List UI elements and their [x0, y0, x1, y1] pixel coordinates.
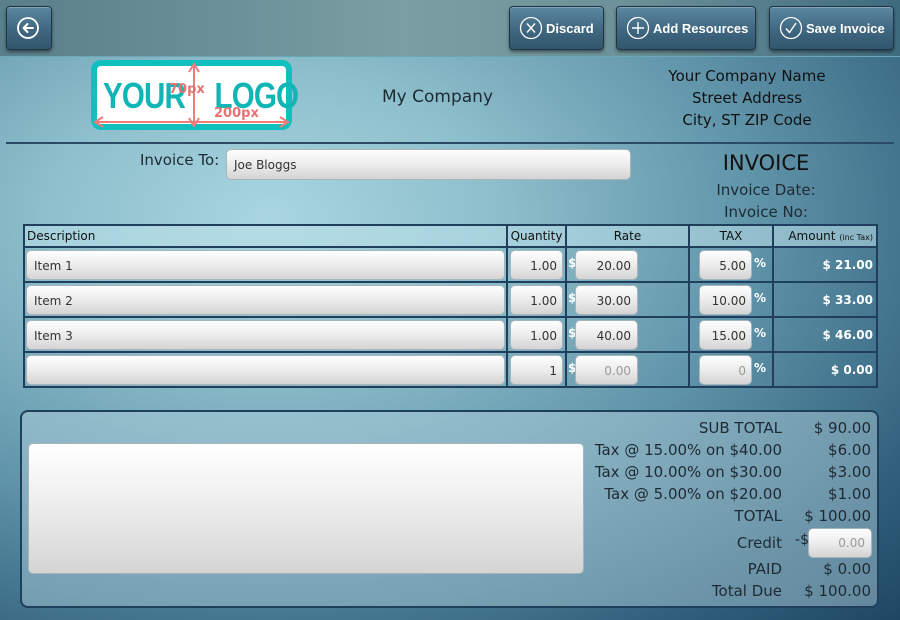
- cell-rate: $ 40.00: [565, 316, 690, 353]
- line-items-table: Description Quantity Rate TAX Amount (in…: [23, 224, 878, 388]
- save-invoice-button[interactable]: Save Invoice: [769, 6, 894, 50]
- cell-quantity: 1.00: [506, 246, 567, 283]
- percent-symbol: %: [754, 326, 767, 340]
- cell-rate: $ 20.00: [565, 246, 690, 283]
- tax-input[interactable]: 10.00: [699, 285, 752, 315]
- description-input[interactable]: Item 2: [26, 285, 505, 315]
- cell-tax: 15.00 %: [688, 316, 774, 353]
- cell-quantity: 1.00: [506, 281, 567, 318]
- credit-prefix: -$: [795, 532, 809, 548]
- tax-line-label: Tax @ 10.00% on $30.00: [594, 463, 782, 481]
- company-short-name: My Company: [382, 87, 494, 107]
- header-description: Description: [23, 224, 508, 248]
- invoice-date-label: Invoice Date:: [716, 181, 816, 199]
- tax-line-value: $3.00: [828, 463, 871, 481]
- subtotal-label: SUB TOTAL: [698, 419, 782, 437]
- cell-tax: 0 %: [688, 351, 774, 388]
- table-header-row: Description Quantity Rate TAX Amount (in…: [23, 224, 878, 248]
- cell-description: Item 1: [23, 246, 508, 283]
- plus-circle-icon: [626, 16, 650, 40]
- cell-tax: 5.00 %: [688, 246, 774, 283]
- header-tax: TAX: [688, 224, 774, 248]
- add-resources-button[interactable]: Add Resources: [616, 6, 756, 50]
- cell-description: [23, 351, 508, 388]
- description-input[interactable]: Item 1: [26, 250, 505, 280]
- back-button[interactable]: [6, 6, 52, 50]
- credit-input[interactable]: 0.00: [808, 528, 872, 558]
- company-address: Your Company Name Street Address City, S…: [640, 65, 854, 131]
- logo-height-note: 70px: [169, 82, 205, 97]
- invoice-to-label: Invoice To:: [140, 151, 220, 169]
- arrow-left-circle-icon: [16, 17, 39, 39]
- quantity-input[interactable]: 1.00: [510, 285, 563, 315]
- tax-line-label: Tax @ 5.00% on $20.00: [604, 485, 782, 503]
- table-row: Item 1 1.00 $ 20.00 5.00 % $ 21.00: [23, 246, 878, 283]
- amount-value: $ 33.00: [772, 281, 878, 318]
- credit-label: Credit: [736, 534, 782, 552]
- quantity-input[interactable]: 1.00: [510, 320, 563, 350]
- header-divider: [6, 142, 894, 144]
- check-circle-icon: [779, 16, 803, 40]
- amount-value: $ 21.00: [772, 246, 878, 283]
- tax-line-value: $1.00: [828, 485, 871, 503]
- summary-panel: SUB TOTAL $ 90.00 Tax @ 15.00% on $40.00…: [20, 410, 879, 608]
- total-due-label: Total Due: [711, 582, 782, 600]
- company-street: Street Address: [691, 89, 803, 107]
- quantity-input[interactable]: 1.00: [510, 250, 563, 280]
- company-city: City, ST ZIP Code: [682, 111, 812, 129]
- add-resources-label: Add Resources: [653, 20, 749, 36]
- header-quantity: Quantity: [506, 224, 567, 248]
- cell-quantity: 1.00: [506, 316, 567, 353]
- logo-width-note: 200px: [214, 106, 259, 121]
- subtotal-value: $ 90.00: [813, 419, 871, 437]
- invoice-to-input[interactable]: Joe Bloggs: [226, 149, 631, 180]
- amount-value: $ 0.00: [772, 351, 878, 388]
- save-invoice-label: Save Invoice: [806, 20, 885, 36]
- description-input[interactable]: Item 3: [26, 320, 505, 350]
- tax-line-value: $6.00: [828, 441, 871, 459]
- rate-input[interactable]: 40.00: [575, 320, 638, 350]
- cell-description: Item 3: [23, 316, 508, 353]
- cell-rate: $ 30.00: [565, 281, 690, 318]
- rate-input[interactable]: 0.00: [575, 355, 638, 385]
- invoice-number-label: Invoice No:: [724, 203, 808, 221]
- cell-description: Item 2: [23, 281, 508, 318]
- toolbar: Discard Add Resources Save Invoice: [0, 0, 900, 57]
- discard-label: Discard: [546, 20, 594, 36]
- total-label: TOTAL: [734, 507, 782, 525]
- header-rate: Rate: [565, 224, 690, 248]
- table-row: 1 $ 0.00 0 % $ 0.00: [23, 351, 878, 388]
- table-row: Item 3 1.00 $ 40.00 15.00 % $ 46.00: [23, 316, 878, 353]
- company-name: Your Company Name: [668, 67, 826, 85]
- company-logo[interactable]: YOUR LOGO 70px 200px: [91, 60, 299, 130]
- total-value: $ 100.00: [804, 507, 871, 525]
- tax-input[interactable]: 15.00: [699, 320, 752, 350]
- description-input[interactable]: [26, 355, 505, 385]
- cell-rate: $ 0.00: [565, 351, 690, 388]
- rate-input[interactable]: 20.00: [575, 250, 638, 280]
- tax-line-label: Tax @ 15.00% on $40.00: [594, 441, 782, 459]
- cell-tax: 10.00 %: [688, 281, 774, 318]
- paid-label: PAID: [747, 560, 782, 578]
- invoice-title: INVOICE: [722, 151, 810, 175]
- discard-button[interactable]: Discard: [509, 6, 604, 50]
- table-row: Item 2 1.00 $ 30.00 10.00 % $ 33.00: [23, 281, 878, 318]
- rate-input[interactable]: 30.00: [575, 285, 638, 315]
- percent-symbol: %: [754, 291, 767, 305]
- amount-note: (inc Tax): [839, 233, 873, 242]
- tax-input[interactable]: 5.00: [699, 250, 752, 280]
- quantity-input[interactable]: 1: [510, 355, 563, 385]
- total-due-value: $ 100.00: [804, 582, 871, 600]
- amount-value: $ 46.00: [772, 316, 878, 353]
- x-circle-icon: [519, 16, 543, 40]
- credit-row: Credit -$ 0.00: [22, 528, 877, 560]
- tax-input[interactable]: 0: [699, 355, 752, 385]
- percent-symbol: %: [754, 361, 767, 375]
- paid-value: $ 0.00: [823, 560, 871, 578]
- header-amount: Amount (inc Tax): [772, 224, 878, 248]
- cell-quantity: 1: [506, 351, 567, 388]
- percent-symbol: %: [754, 256, 767, 270]
